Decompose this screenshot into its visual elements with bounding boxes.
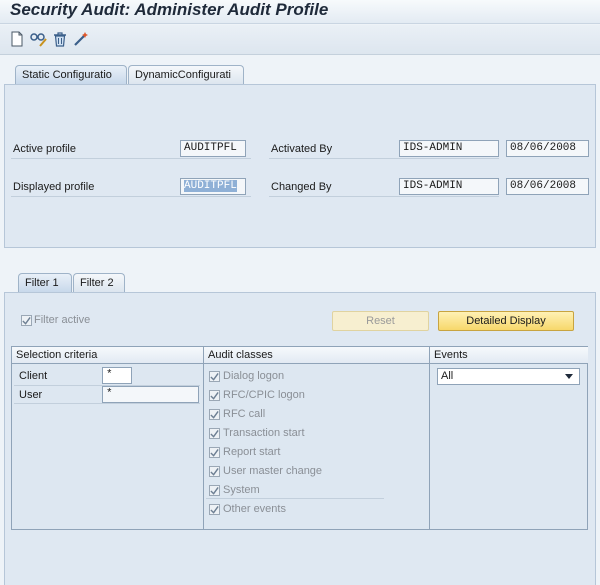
chevron-down-icon: [565, 374, 573, 379]
activated-by-label: Activated By: [271, 143, 333, 155]
divider: [206, 498, 384, 499]
checkmark-icon: [210, 505, 219, 514]
tab-filter-2[interactable]: Filter 2: [73, 273, 125, 293]
profile-panel: Active profile AUDITPFL Activated By IDS…: [4, 84, 596, 248]
report-start-checkbox[interactable]: [209, 447, 220, 458]
audit-classes-header: Audit classes: [204, 347, 429, 364]
active-profile-label: Active profile: [13, 143, 76, 155]
divider: [269, 158, 499, 159]
checkmark-icon: [210, 486, 219, 495]
activated-by-field: IDS-ADMIN: [399, 140, 499, 157]
events-header: Events: [430, 347, 588, 364]
report-start-label: Report start: [223, 446, 281, 458]
active-profile-field: AUDITPFL: [180, 140, 246, 157]
page-title: Security Audit: Administer Audit Profile: [10, 0, 329, 19]
rfc-call-checkbox[interactable]: [209, 409, 220, 420]
application-toolbar: [0, 25, 600, 55]
transaction-start-checkbox[interactable]: [209, 428, 220, 439]
selection-criteria-header: Selection criteria: [12, 347, 203, 364]
checkmark-icon: [210, 467, 219, 476]
divider: [269, 196, 499, 197]
changed-by-label: Changed By: [271, 181, 332, 193]
tab-static-configuration[interactable]: Static Configuratio: [15, 65, 127, 85]
title-bar: Security Audit: Administer Audit Profile: [0, 0, 600, 24]
displayed-profile-field[interactable]: AUDITPFL: [180, 178, 246, 195]
activated-date-field: 08/06/2008: [506, 140, 589, 157]
client-label: Client: [19, 370, 48, 382]
rfc-call-label: RFC call: [223, 408, 266, 420]
magic-wand-icon[interactable]: [72, 30, 90, 48]
new-document-icon[interactable]: [8, 30, 26, 48]
user-master-change-checkbox[interactable]: [209, 466, 220, 477]
divider: [14, 403, 200, 404]
other-events-label: Other events: [223, 503, 286, 515]
glasses-edit-icon[interactable]: [30, 30, 48, 48]
user-label: User: [19, 389, 43, 401]
trash-icon[interactable]: [51, 30, 69, 48]
checkmark-icon: [210, 391, 219, 400]
checkmark-icon: [210, 429, 219, 438]
rfc-cpic-logon-label: RFC/CPIC logon: [223, 389, 305, 401]
tab-dynamic-configuration[interactable]: DynamicConfigurati: [128, 65, 244, 85]
events-dropdown-value: All: [441, 370, 454, 382]
transaction-start-label: Transaction start: [223, 427, 305, 439]
top-tab-strip: Static Configuratio DynamicConfigurati: [0, 65, 600, 85]
checkmark-icon: [210, 410, 219, 419]
tab-filter-1[interactable]: Filter 1: [18, 273, 72, 293]
checkmark-icon: [210, 372, 219, 381]
displayed-profile-value: AUDITPFL: [184, 180, 237, 192]
events-dropdown[interactable]: All: [437, 368, 580, 385]
user-input[interactable]: *: [102, 386, 199, 403]
user-master-change-label: User master change: [223, 465, 323, 477]
other-events-checkbox[interactable]: [209, 504, 220, 515]
checkmark-icon: [210, 448, 219, 457]
detailed-display-button[interactable]: Detailed Display: [438, 311, 574, 331]
system-checkbox[interactable]: [209, 485, 220, 496]
checkmark-icon: [22, 316, 31, 325]
rfc-cpic-logon-checkbox[interactable]: [209, 390, 220, 401]
filter-active-checkbox[interactable]: [21, 315, 32, 326]
column-divider: [203, 347, 204, 529]
divider: [11, 158, 251, 159]
dialog-logon-checkbox[interactable]: [209, 371, 220, 382]
dialog-logon-label: Dialog logon: [223, 370, 285, 382]
divider: [11, 196, 251, 197]
column-divider: [429, 347, 430, 529]
reset-button[interactable]: Reset: [332, 311, 429, 331]
filter-tab-strip: Filter 1 Filter 2: [0, 273, 600, 293]
system-label: System: [223, 484, 260, 496]
changed-date-field: 08/06/2008: [506, 178, 589, 195]
filter-active-label: Filter active: [34, 314, 91, 326]
client-input[interactable]: *: [102, 367, 132, 384]
displayed-profile-label: Displayed profile: [13, 181, 95, 193]
changed-by-field: IDS-ADMIN: [399, 178, 499, 195]
